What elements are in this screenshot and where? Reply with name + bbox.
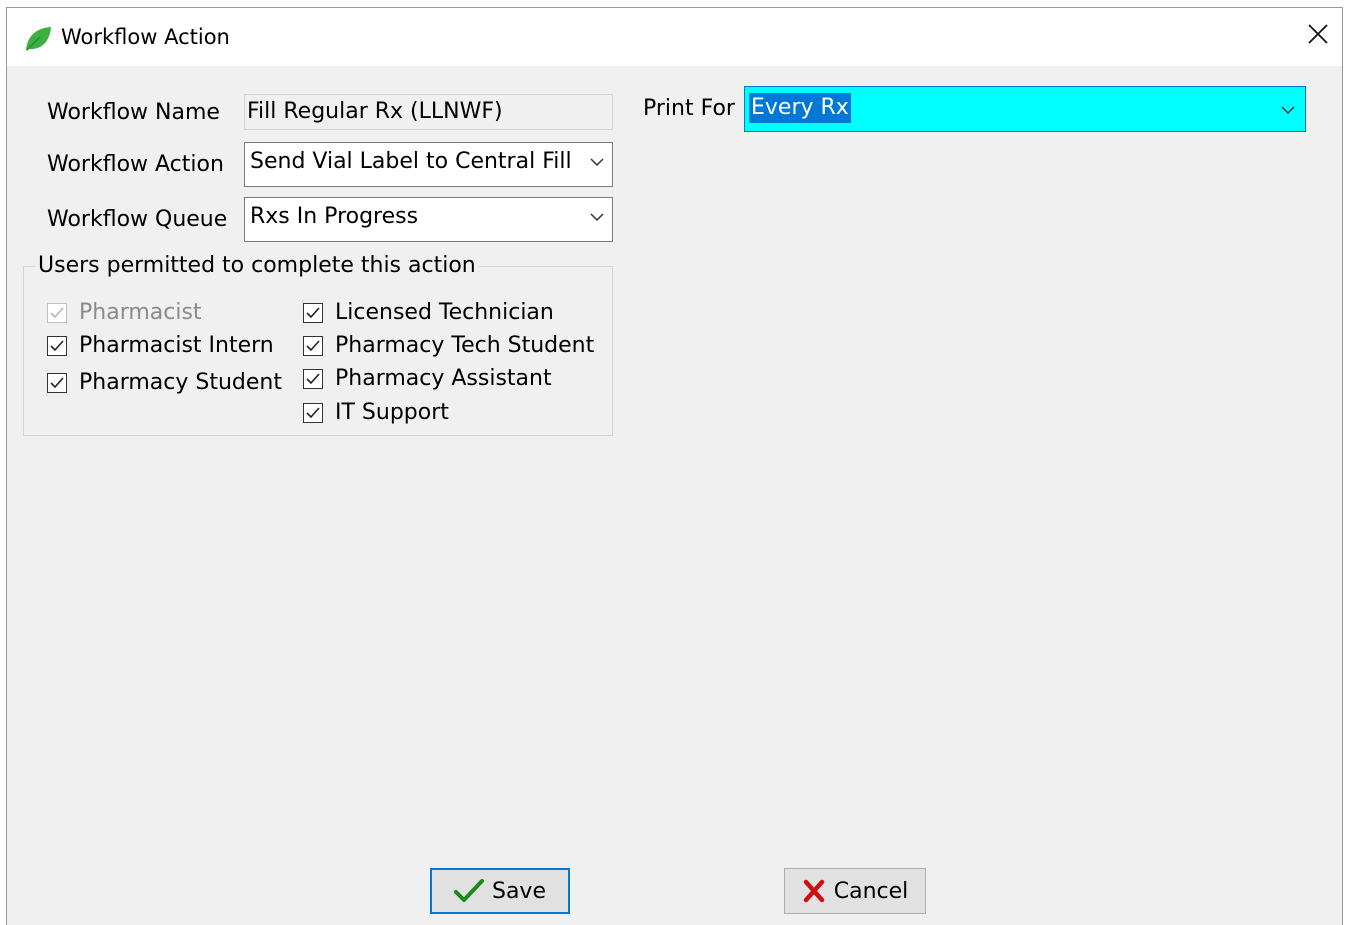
checkbox-box: [47, 372, 67, 393]
window-title: Workflow Action: [61, 25, 230, 49]
checkbox-label: Licensed Technician: [335, 300, 554, 325]
checkmark-icon: [306, 406, 320, 418]
checkbox-pharmacist-intern[interactable]: Pharmacist Intern: [47, 333, 274, 358]
checkbox-pharmacy-tech-student[interactable]: Pharmacy Tech Student: [303, 333, 594, 358]
workflow-queue-select[interactable]: Rxs In Progress: [244, 197, 613, 242]
close-icon: [1308, 24, 1328, 44]
checkbox-pharmacy-assistant[interactable]: Pharmacy Assistant: [303, 366, 552, 391]
checkmark-icon: [453, 879, 484, 902]
cancel-button[interactable]: Cancel: [784, 868, 926, 914]
workflow-queue-label: Workflow Queue: [47, 207, 228, 232]
checkbox-box: [303, 368, 323, 389]
checkbox-label: Pharmacy Assistant: [335, 366, 552, 391]
checkbox-box: [303, 335, 323, 356]
users-permitted-legend: Users permitted to complete this action: [35, 253, 479, 278]
chevron-down-icon: [1281, 106, 1295, 115]
checkbox-it-support[interactable]: IT Support: [303, 400, 449, 425]
print-for-value: Every Rx: [749, 93, 851, 123]
checkmark-icon: [306, 306, 320, 318]
print-for-label: Print For: [643, 96, 735, 121]
checkmark-icon: [50, 339, 64, 351]
leaf-icon: [26, 27, 51, 51]
checkbox-box: [303, 402, 323, 423]
save-button[interactable]: Save: [430, 868, 570, 914]
chevron-down-icon: [590, 213, 604, 222]
print-for-select[interactable]: Every Rx: [744, 86, 1306, 132]
workflow-name-value: Fill Regular Rx (LLNWF): [247, 99, 503, 124]
checkbox-label: Pharmacy Student: [79, 370, 282, 395]
checkbox-label: Pharmacist Intern: [79, 333, 274, 358]
checkbox-box: [47, 335, 67, 356]
checkbox-label: Pharmacy Tech Student: [335, 333, 595, 358]
checkmark-icon: [50, 306, 64, 318]
workflow-queue-value: Rxs In Progress: [250, 204, 419, 229]
close-button[interactable]: [1298, 14, 1338, 54]
checkbox-label: Pharmacist: [79, 300, 202, 325]
cancel-label: Cancel: [833, 878, 909, 904]
chevron-down-icon: [590, 158, 604, 167]
checkbox-label: IT Support: [335, 400, 449, 425]
workflow-action-value: Send Vial Label to Central Fill: [250, 149, 572, 174]
save-label: Save: [491, 878, 546, 904]
checkbox-box: [303, 302, 323, 323]
workflow-action-label: Workflow Action: [47, 152, 224, 177]
checkbox-pharmacy-student[interactable]: Pharmacy Student: [47, 370, 282, 395]
checkmark-icon: [50, 376, 64, 388]
checkbox-box: [47, 302, 67, 323]
workflow-action-select[interactable]: Send Vial Label to Central Fill: [244, 142, 613, 187]
title-bar: Workflow Action: [7, 8, 1342, 66]
workflow-name-label: Workflow Name: [47, 100, 220, 125]
workflow-name-field: Fill Regular Rx (LLNWF): [244, 94, 613, 130]
checkmark-icon: [306, 372, 320, 384]
workflow-action-dialog: Workflow Action Workflow Name Fill Regul…: [6, 7, 1343, 925]
x-icon: [803, 879, 824, 903]
checkbox-pharmacist[interactable]: Pharmacist: [47, 300, 202, 325]
checkbox-licensed-technician[interactable]: Licensed Technician: [303, 300, 554, 325]
checkmark-icon: [306, 339, 320, 351]
